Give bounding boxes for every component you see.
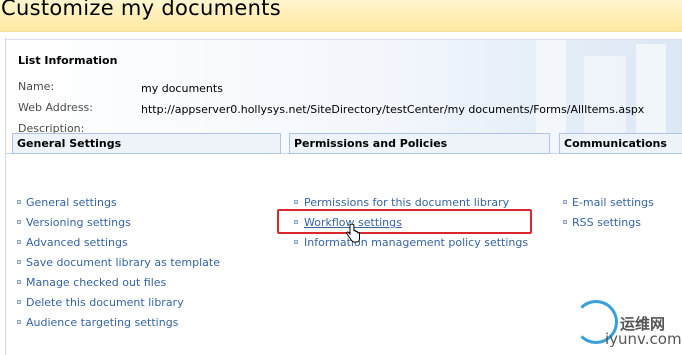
advanced-settings-link[interactable]: Advanced settings [26,236,128,249]
permissions-policies-heading: Permissions and Policies [294,137,448,150]
page-title-bar: Customize my documents [0,0,682,32]
name-label: Name: [18,80,55,93]
library-permissions-link[interactable]: Permissions for this document library [304,196,509,209]
audience-targeting-settings-link[interactable]: Audience targeting settings [26,316,178,329]
bullet-icon [563,220,567,224]
bullet-icon [17,320,21,324]
bullet-icon [17,240,21,244]
web-address-value: http://appserver0.hollysys.net/SiteDirec… [141,103,645,116]
permissions-policies-header: Permissions and Policies [289,133,550,154]
communications-header: Communications [559,133,682,154]
page-title: Customize my documents [1,0,281,20]
bullet-icon [563,200,567,204]
web-address-label: Web Address: [18,101,93,114]
name-value: my documents [141,82,223,95]
general-settings-link[interactable]: General settings [26,196,117,209]
manage-checked-out-files-link[interactable]: Manage checked out files [26,276,166,289]
save-as-template-link[interactable]: Save document library as template [26,256,220,269]
delete-library-link[interactable]: Delete this document library [26,296,184,309]
email-settings-link[interactable]: E-mail settings [572,196,654,209]
watermark-url: iyunv.com [605,330,682,348]
bullet-icon [17,280,21,284]
bullet-icon [294,200,298,204]
bullet-icon [17,220,21,224]
bullet-icon [17,200,21,204]
communications-heading: Communications [564,137,667,150]
bullet-icon [294,240,298,244]
list-information-heading: List Information [18,54,118,67]
rss-settings-link[interactable]: RSS settings [572,216,641,229]
versioning-settings-link[interactable]: Versioning settings [26,216,131,229]
information-management-policy-link[interactable]: Information management policy settings [304,236,528,249]
highlight-box [277,209,532,234]
general-settings-heading: General Settings [17,137,122,150]
bullet-icon [17,260,21,264]
hand-cursor-icon [346,224,360,243]
general-settings-header: General Settings [12,133,281,154]
bullet-icon [17,300,21,304]
